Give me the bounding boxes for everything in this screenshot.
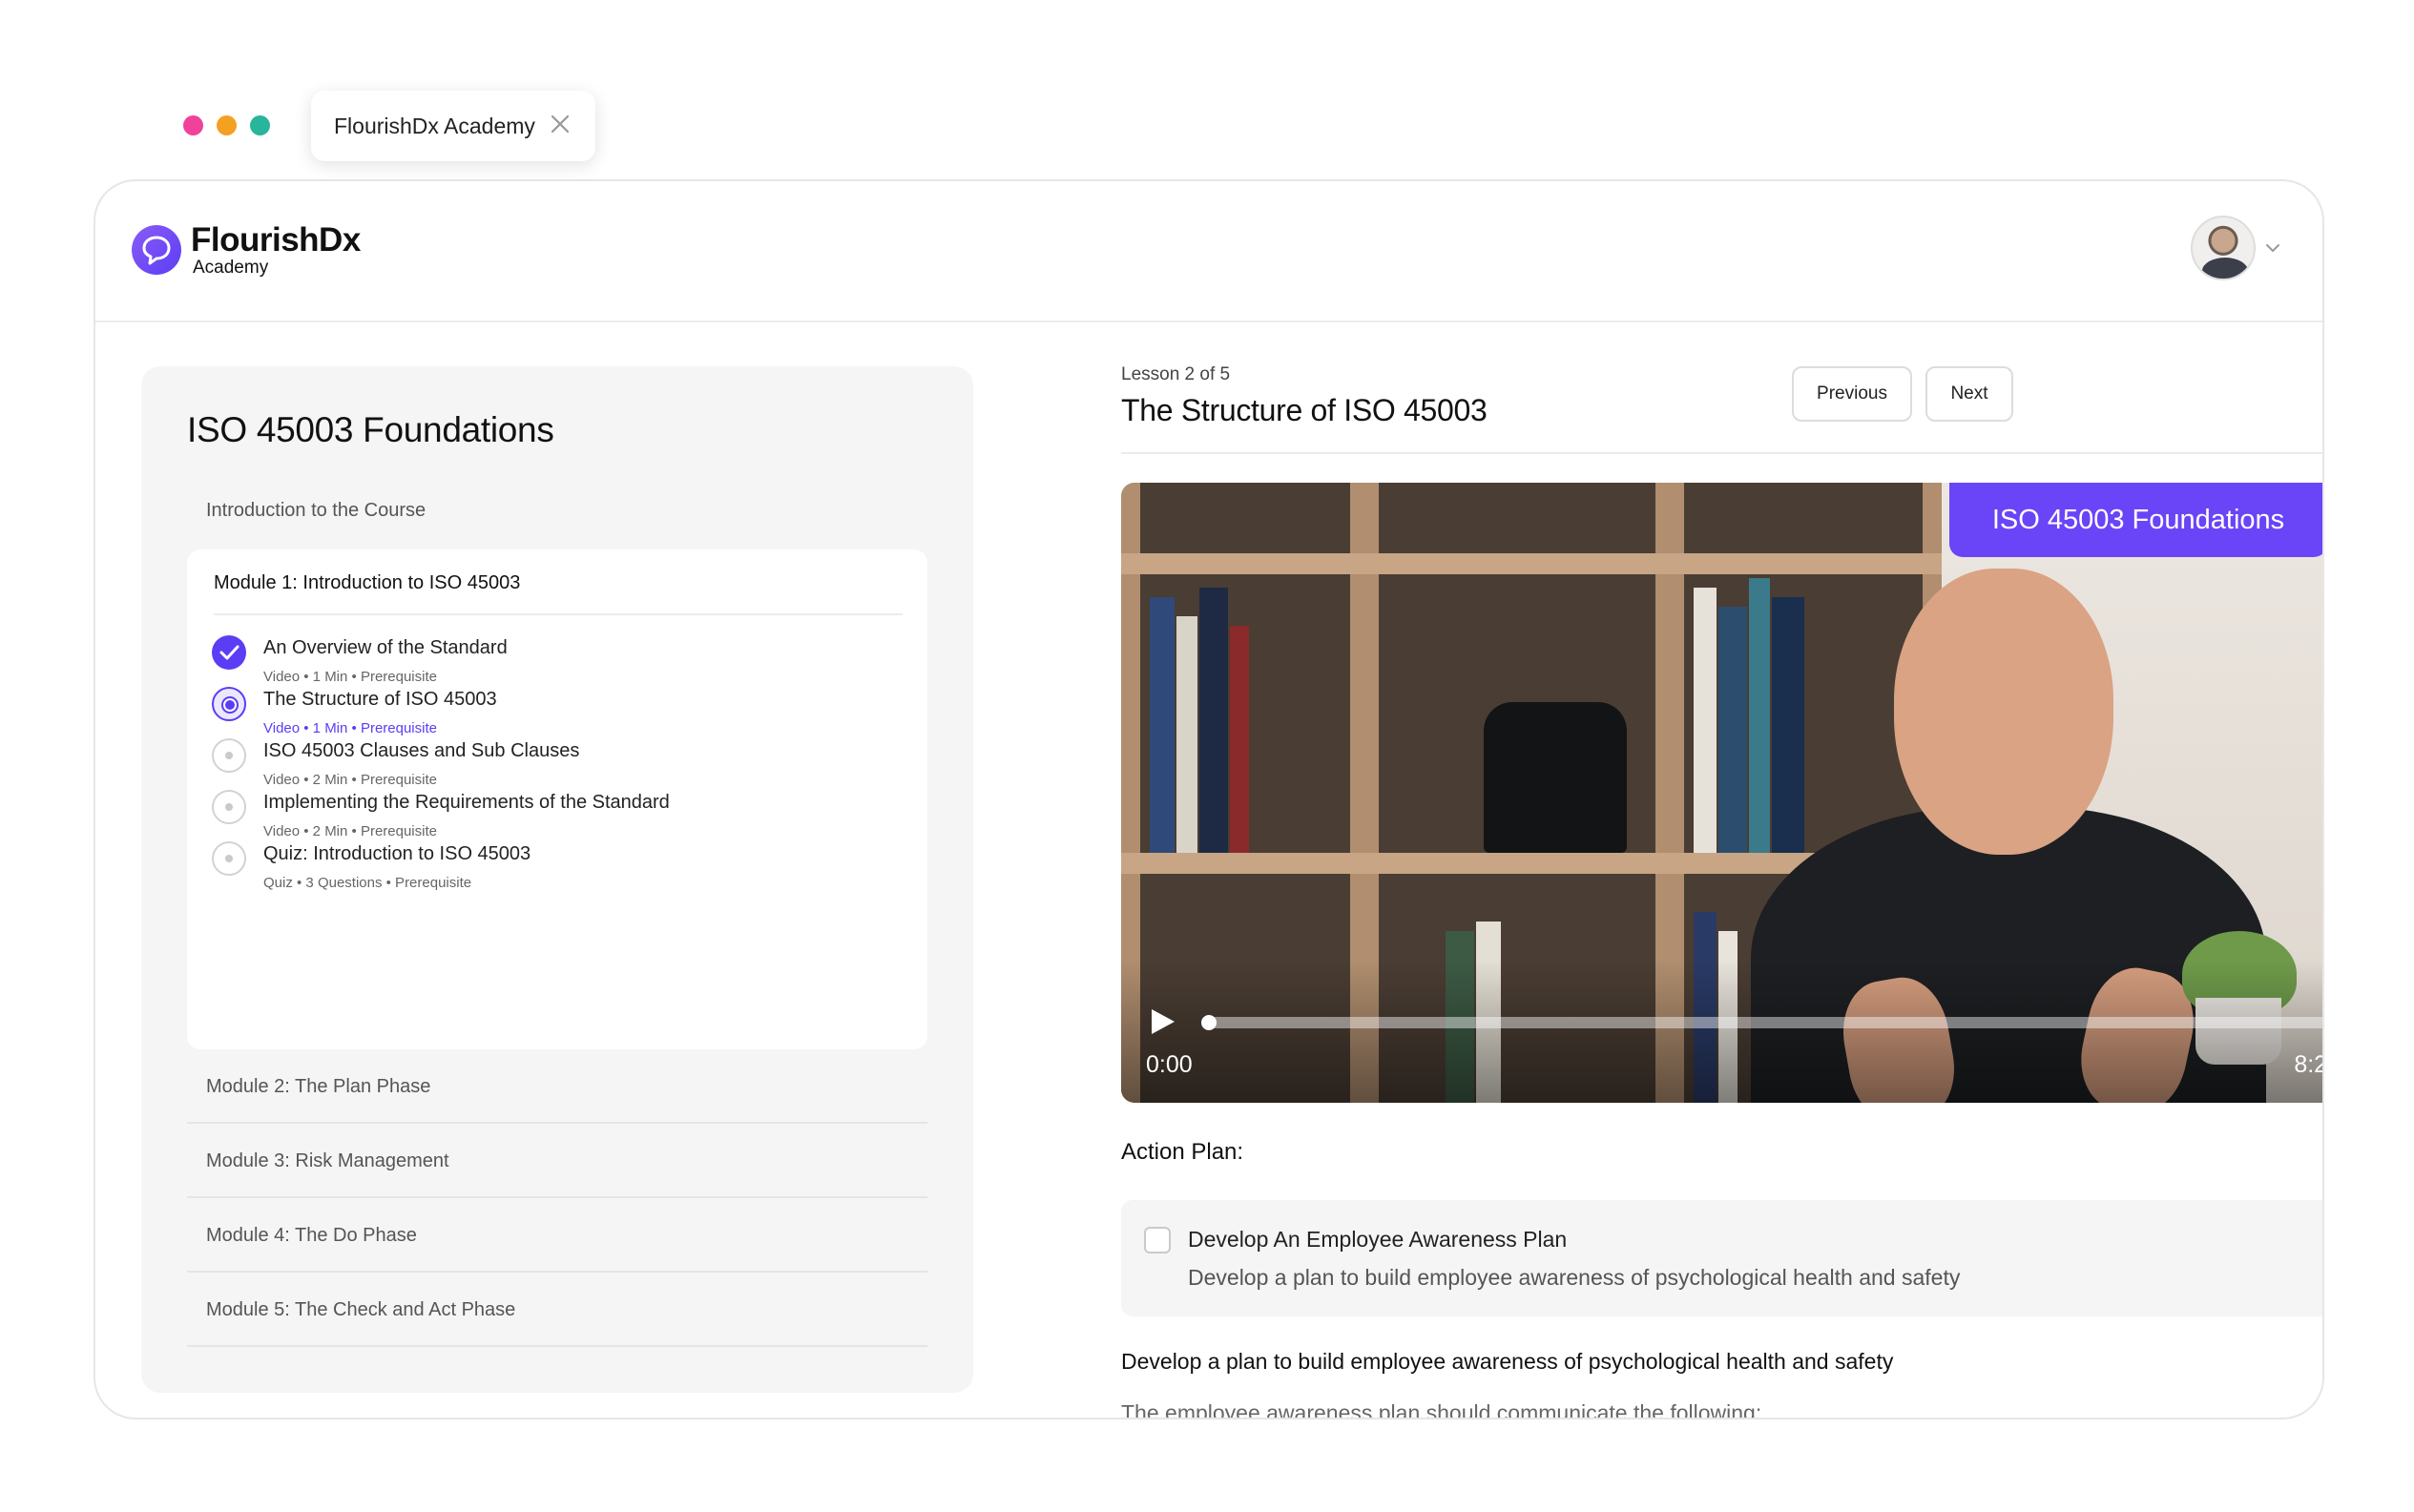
lesson-title: Implementing the Requirements of the Sta…	[263, 792, 670, 813]
course-title: ISO 45003 Foundations	[187, 410, 554, 449]
check-icon	[212, 635, 246, 670]
video-player[interactable]: ISO 45003 Foundations 0:00 8:24	[1121, 483, 2322, 1103]
action-plan-body-text: The employee awareness plan should commu…	[1121, 1400, 1762, 1419]
module-1-title[interactable]: Module 1: Introduction to ISO 45003	[214, 572, 903, 615]
close-window-dot[interactable]	[183, 115, 203, 135]
action-plan-heading: Action Plan:	[1121, 1139, 1244, 1165]
next-button[interactable]: Next	[1925, 366, 2013, 422]
incomplete-lesson-icon	[212, 790, 246, 824]
lesson-counter: Lesson 2 of 5	[1121, 364, 1231, 384]
sidebar-item-module-4[interactable]: Module 4: The Do Phase	[187, 1198, 927, 1273]
play-icon[interactable]	[1148, 1007, 1176, 1036]
window-controls	[183, 115, 270, 135]
app-window: FlourishDx Academy ISO 45003 Foundations…	[94, 179, 2324, 1419]
maximize-window-dot[interactable]	[250, 115, 270, 135]
action-item-title: Develop An Employee Awareness Plan	[1188, 1227, 1568, 1252]
video-progress-bar[interactable]	[1201, 1015, 2322, 1030]
sidebar-item-introduction[interactable]: Introduction to the Course	[206, 500, 426, 522]
lesson-heading: The Structure of ISO 45003	[1121, 393, 1488, 427]
lesson-meta: Quiz • 3 Questions • Prerequisite	[263, 875, 472, 891]
lesson-title: Quiz: Introduction to ISO 45003	[263, 843, 531, 864]
logo-name: FlourishDx	[191, 221, 361, 259]
action-plan-body-title: Develop a plan to build employee awarene…	[1121, 1349, 1894, 1374]
lesson-title: ISO 45003 Clauses and Sub Clauses	[263, 740, 580, 761]
incomplete-lesson-icon	[212, 841, 246, 876]
close-icon[interactable]	[548, 112, 572, 136]
minimize-window-dot[interactable]	[217, 115, 237, 135]
sidebar-item-module-5[interactable]: Module 5: The Check and Act Phase	[187, 1273, 927, 1347]
video-title-badge: ISO 45003 Foundations	[1949, 483, 2322, 557]
lesson-meta: Video • 1 Min • Prerequisite	[263, 669, 437, 685]
action-plan-item: Develop An Employee Awareness Plan Devel…	[1121, 1200, 2322, 1316]
sidebar-item-module-3[interactable]: Module 3: Risk Management	[187, 1124, 927, 1198]
lesson-title: An Overview of the Standard	[263, 637, 508, 658]
action-item-description: Develop a plan to build employee awarene…	[1188, 1265, 1961, 1290]
progress-handle[interactable]	[1201, 1015, 1217, 1030]
avatar[interactable]	[2191, 216, 2256, 280]
lesson-title: The Structure of ISO 45003	[263, 689, 497, 710]
browser-tab[interactable]: FlourishDx Academy	[311, 91, 595, 161]
sidebar-item-module-2[interactable]: Module 2: The Plan Phase	[187, 1049, 927, 1124]
chevron-down-icon[interactable]	[2263, 238, 2282, 258]
lesson-meta: Video • 2 Min • Prerequisite	[263, 772, 437, 788]
previous-button[interactable]: Previous	[1792, 366, 1912, 422]
current-time: 0:00	[1146, 1051, 1193, 1078]
logo[interactable]: FlourishDx Academy	[132, 223, 361, 277]
logo-subtitle: Academy	[193, 258, 269, 278]
course-sidebar: ISO 45003 Foundations Introduction to th…	[141, 366, 973, 1393]
module-1-card: Module 1: Introduction to ISO 45003 An O…	[187, 549, 927, 1049]
tab-title: FlourishDx Academy	[334, 113, 535, 138]
divider	[1121, 452, 2322, 454]
action-item-checkbox[interactable]	[1144, 1227, 1171, 1253]
lesson-meta: Video • 1 Min • Prerequisite	[263, 720, 437, 736]
video-duration: 8:24	[2294, 1051, 2322, 1078]
incomplete-lesson-icon	[212, 738, 246, 773]
logo-icon	[132, 225, 181, 275]
lesson-meta: Video • 2 Min • Prerequisite	[263, 823, 437, 839]
current-lesson-icon	[212, 687, 246, 721]
lesson-item[interactable]: Quiz: Introduction to ISO 45003 Quiz • 3…	[212, 841, 899, 904]
app-header: FlourishDx Academy	[95, 181, 2322, 322]
